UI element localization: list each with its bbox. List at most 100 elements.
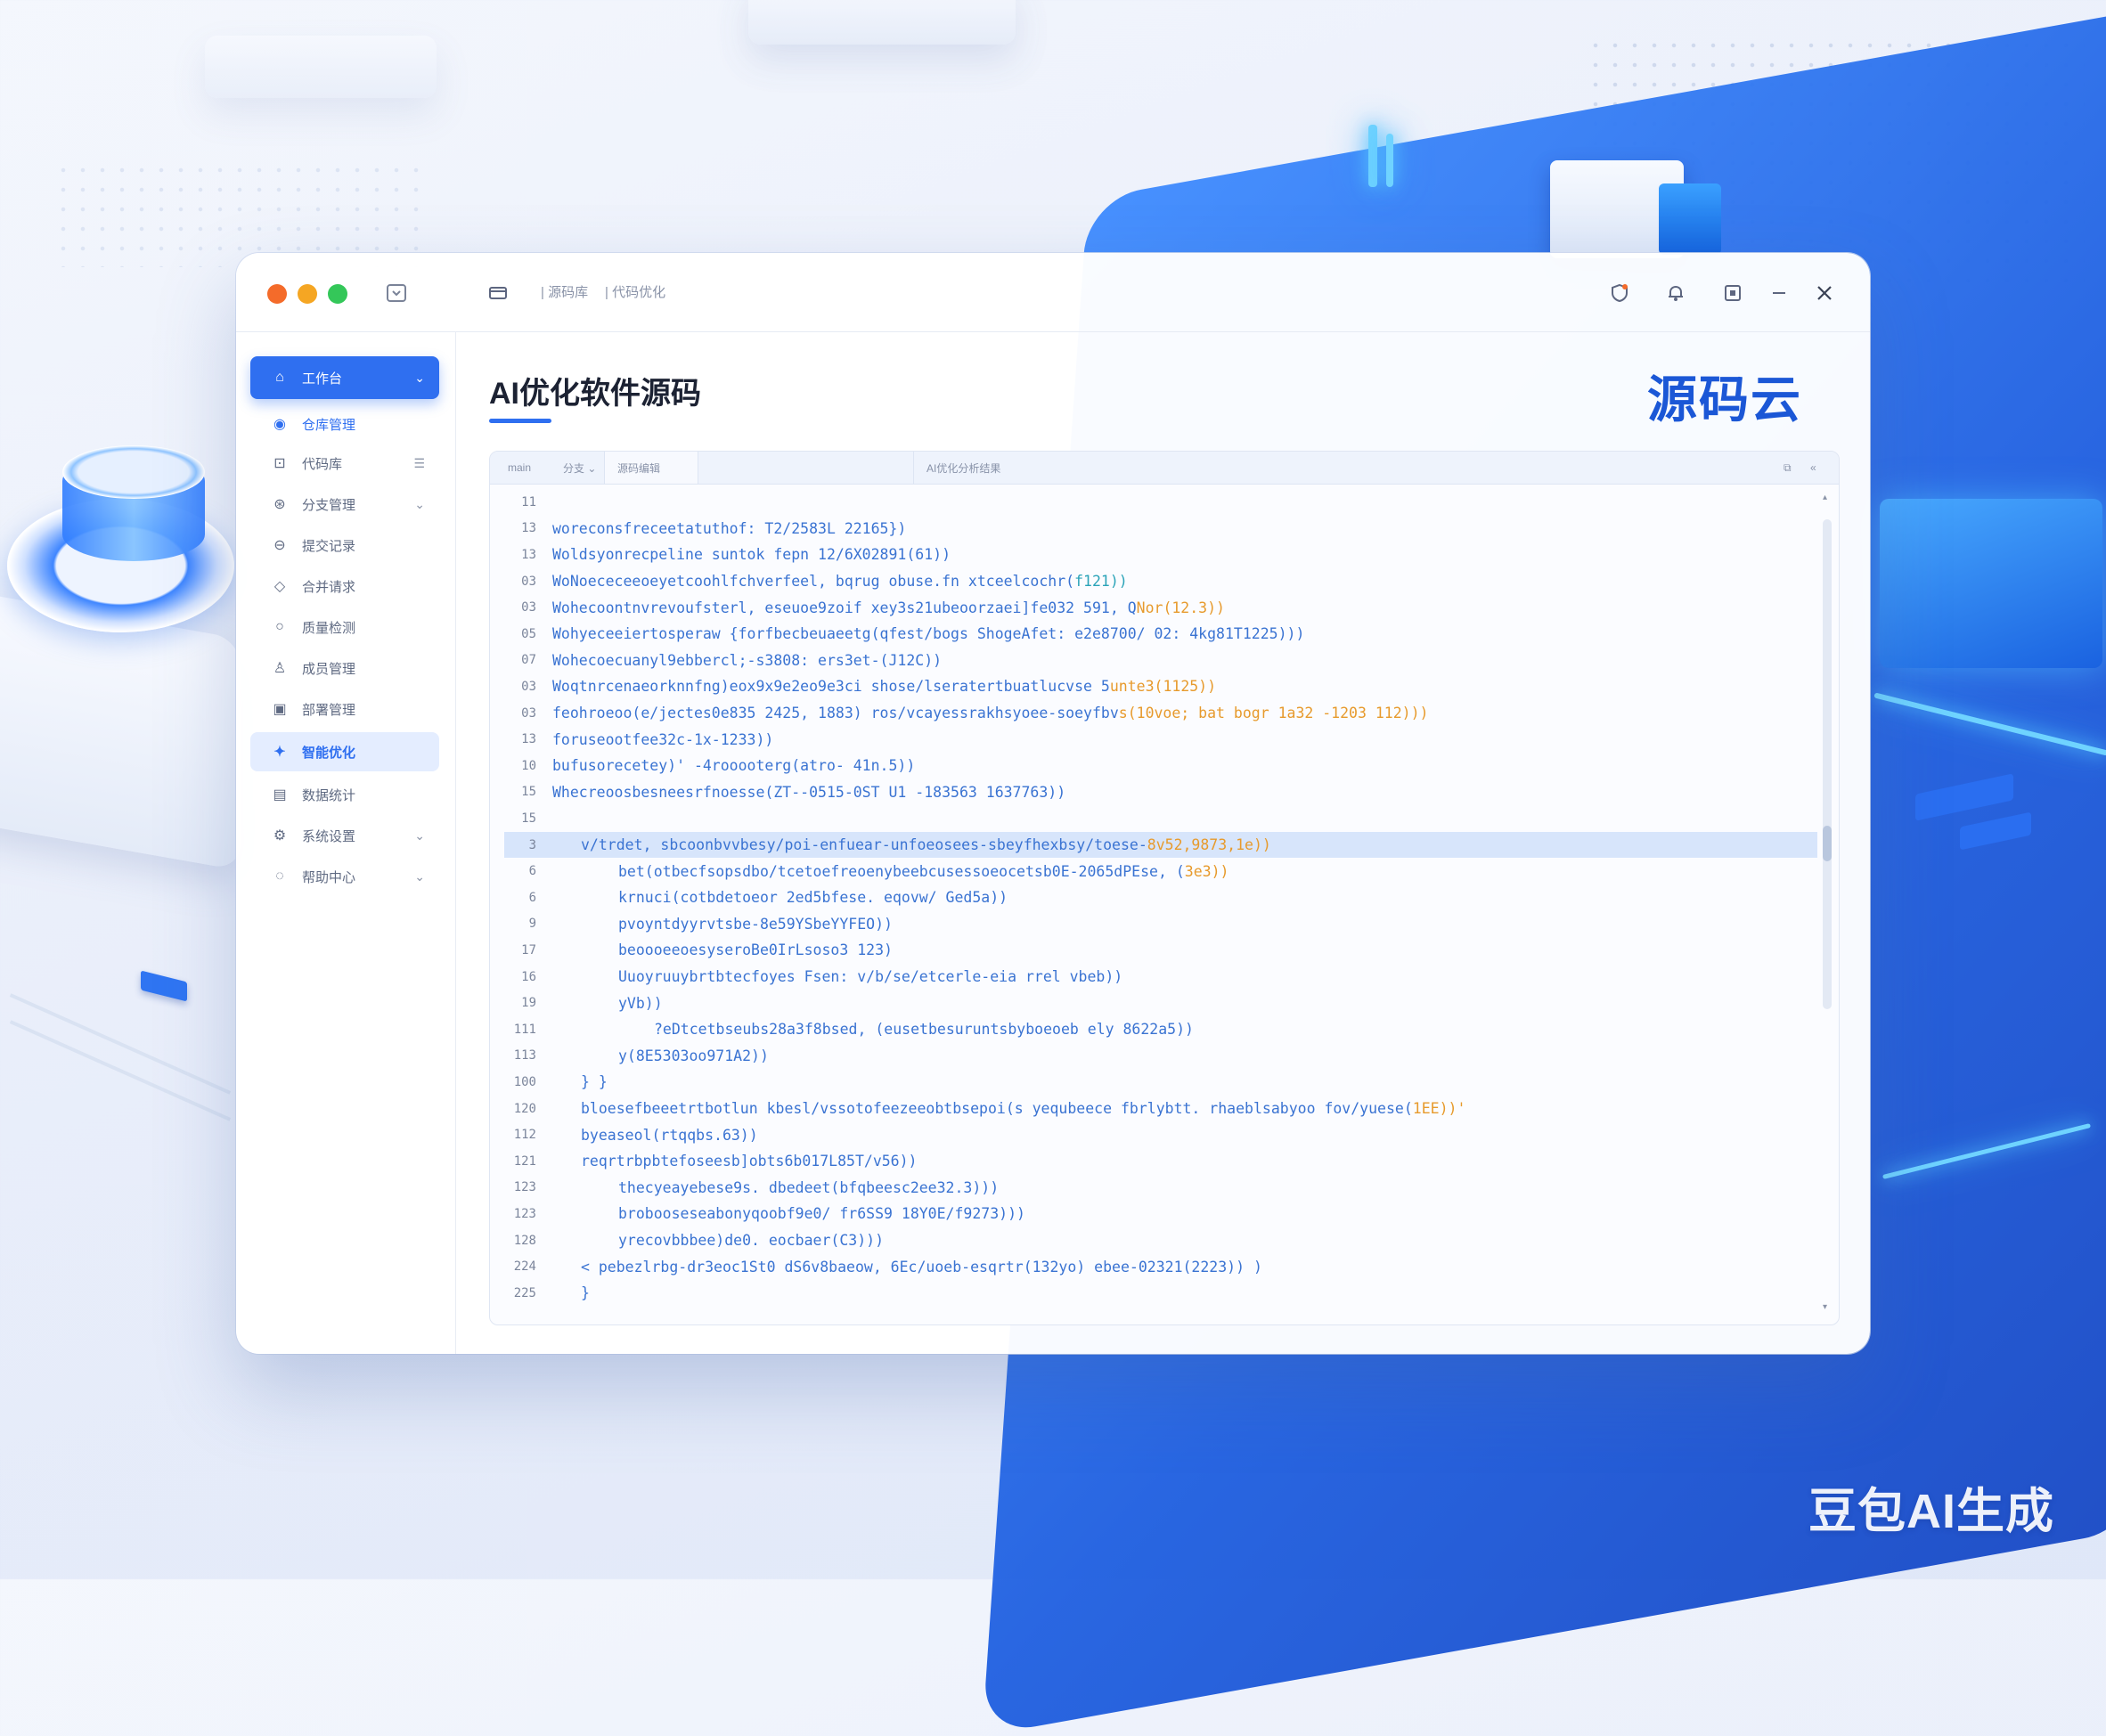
code-literal: f121))	[1074, 573, 1128, 591]
code-line[interactable]: 15	[490, 805, 1817, 832]
sidebar-item-label: 帮助中心	[302, 869, 356, 885]
line-number: 15	[521, 785, 536, 800]
sidebar-item[interactable]: ⊛ 分支管理 ⌄	[250, 485, 439, 524]
code-line[interactable]: 15 Whecreoosbesneesrfnoesse(ZT--0515-0ST …	[490, 779, 1817, 806]
code-line[interactable]: 16 Uuoyruuybrtbtecfoyes Fsen: v/b/se/etce…	[490, 964, 1817, 990]
editor-tab-active[interactable]: 源码编辑	[604, 452, 698, 484]
code-text: Uuoyruuybrtbtecfoyes Fsen: v/b/se/etcerl…	[618, 968, 1122, 985]
code-line[interactable]: 10 bufusorecetey)' -4rooooterg(atro- 41n.…	[490, 753, 1817, 779]
sidebar-item[interactable]: ♙ 成员管理	[250, 648, 439, 688]
line-number: 03	[521, 600, 536, 615]
code-line[interactable]: 17 beoooeeoesyseroBe0IrLsoso3 123)	[490, 937, 1817, 964]
code-line[interactable]: 123 thecyeayebese9s. dbedeet(bfqbeesc2ee3…	[490, 1175, 1817, 1202]
chevron-down-icon[interactable]: ⌄	[414, 497, 425, 512]
split-view-icon[interactable]: ⧉	[1784, 452, 1792, 484]
maximize-icon[interactable]	[1719, 280, 1746, 306]
sidebar-item[interactable]: ⌂ 工作台 ⌄	[250, 356, 439, 399]
sidebar-item[interactable]: ◇ 合并请求	[250, 566, 439, 606]
code-line[interactable]: 112 byeaseol(rtqqbs.63))	[490, 1121, 1817, 1148]
scroll-down-icon[interactable]: ▾	[1823, 1302, 1827, 1312]
editor-tab[interactable]: AI优化分析结果	[913, 452, 1000, 484]
code-line[interactable]: 07 Wohecoecuanyl9ebbercl;-s3808: ers3et-(…	[490, 648, 1817, 674]
code-line[interactable]: 03 feohroeoo(e/jectes0e835 2425, 1883) ro…	[490, 700, 1817, 727]
code-tokens: feohroeoo(e/jectes0e835 2425, 1883) ros/…	[552, 705, 1119, 722]
code-line[interactable]: 19 yVb))	[490, 990, 1817, 1016]
code-text: WoNoececeeoeyetcoohlfchverfeel, bqrug ob…	[552, 573, 1128, 590]
vertical-scrollbar[interactable]: ▴ ▾	[1821, 487, 1833, 1317]
code-line[interactable]: 111 ?eDtcetbseubs28a3f8bsed, (eusetbesuru…	[490, 1016, 1817, 1043]
scrollbar-thumb[interactable]	[1823, 826, 1832, 861]
scrollbar-track[interactable]	[1823, 519, 1832, 1009]
code-line[interactable]: 123 brobooseseabonyqoobf9e0/ fr6SS9 18Y0E…	[490, 1201, 1817, 1227]
chevron-down-icon[interactable]: ⌄	[414, 869, 425, 884]
line-number: 9	[528, 917, 536, 932]
sidebar-item[interactable]: ⊡ 代码库 ☰	[250, 444, 439, 483]
code-tokens: foruseootfee32c-1x-1233))	[552, 730, 774, 748]
code-line[interactable]: 121 reqrtrbpbtefoseesb]obts6b017L85T/v56)…	[490, 1148, 1817, 1175]
sidebar-item[interactable]: ⚙ 系统设置 ⌄	[250, 816, 439, 855]
zoom-traffic-light[interactable]	[328, 284, 347, 304]
code-tokens: pvoyntdyyrvtsbe-8e59YSbeYYFEO))	[618, 915, 893, 933]
minimize-icon[interactable]	[1766, 280, 1792, 306]
breadcrumb-item[interactable]: | 源码库	[541, 282, 588, 301]
filter-icon[interactable]: ☰	[413, 456, 425, 471]
code-line[interactable]: 13 Woldsyonrecpeline suntok fepn 12/6X028…	[490, 542, 1817, 568]
bell-icon[interactable]	[1662, 280, 1689, 306]
sidebar-item[interactable]: ○ 质量检测	[250, 607, 439, 647]
code-tokens: Uuoyruuybrtbtecfoyes Fsen: v/b/se/etcerl…	[618, 968, 1123, 986]
window-app-icon[interactable]	[383, 280, 410, 306]
code-line[interactable]: 05 Wohyeceeiertosperaw {forfbecbeuaeetg(q…	[490, 621, 1817, 648]
minimize-traffic-light[interactable]	[298, 284, 317, 304]
breadcrumb-item[interactable]: | 代码优化	[605, 282, 665, 301]
code-editor[interactable]: main 分支 ⌄ 源码编辑 AI优化分析结果 ⧉ « 11 13 worecons…	[489, 451, 1840, 1325]
line-number: 120	[513, 1101, 536, 1116]
code-text: Woldsyonrecpeline suntok fepn 12/6X02891…	[552, 546, 951, 563]
sidebar-item[interactable]: ◌ 帮助中心 ⌄	[250, 857, 439, 896]
close-icon[interactable]	[1811, 280, 1838, 306]
code-line[interactable]: 03 Woqtnrcenaeorknnfng)eox9x9e2eo9e3ci sh…	[490, 673, 1817, 700]
line-number: 15	[521, 811, 536, 826]
code-line[interactable]: 9 pvoyntdyyrvtsbe-8e59YSbeYYFEO))	[490, 911, 1817, 938]
code-line[interactable]: 120 bloesefbeeetrtbotlun kbesl/vssotofeez…	[490, 1096, 1817, 1122]
code-area[interactable]: 11 13 woreconsfreceetatuthof: T2/2583L 221…	[490, 484, 1817, 1324]
code-line-highlighted[interactable]: 3 v/trdet, sbcoonbvvbesy/poi-enfuear-unfo…	[504, 831, 1817, 859]
code-tokens: Woldsyonrecpeline suntok fepn 12/6X02891…	[552, 546, 951, 564]
code-line[interactable]: 113 y(8E5303oo971A2))	[490, 1043, 1817, 1070]
code-text: y(8E5303oo971A2))	[618, 1047, 769, 1064]
sidebar-item[interactable]: ▤ 数据统计	[250, 775, 439, 814]
code-line[interactable]: 225}	[490, 1280, 1817, 1307]
code-line[interactable]: 11	[490, 489, 1817, 516]
code-line[interactable]: 03 WoNoececeeoeyetcoohlfchverfeel, bqrug …	[490, 568, 1817, 595]
code-line[interactable]: 13 woreconsfreceetatuthof: T2/2583L 22165…	[490, 516, 1817, 542]
sidebar-item[interactable]: ✦ 智能优化	[250, 732, 439, 771]
code-text: bet(otbecfsopsdbo/tcetoefreoenybeebcuses…	[618, 863, 1228, 880]
code-line[interactable]: 6 krnuci(cotbdetoeor 2ed5bfese. eqovw/ Ge…	[490, 884, 1817, 911]
chevron-down-icon[interactable]: ⌄	[414, 371, 425, 386]
sidebar-item[interactable]: ▣ 部署管理	[250, 689, 439, 729]
collapse-icon[interactable]: «	[1810, 452, 1816, 484]
code-line[interactable]: 128 yrecovbbbee)de0. eocbaer(C3)))	[490, 1227, 1817, 1254]
code-line[interactable]: 03 Wohecoontnvrevoufsterl, eseuoe9zoif xe…	[490, 594, 1817, 621]
code-tokens: Wohecoontnvrevoufsterl, eseuoe9zoif xey3…	[552, 599, 1137, 616]
editor-tab[interactable]: main	[508, 452, 531, 484]
code-line[interactable]: 13 foruseootfee32c-1x-1233))	[490, 726, 1817, 753]
code-tokens: }	[581, 1284, 590, 1302]
code-line[interactable]: 6 bet(otbecfsopsdbo/tcetoefreoenybeebcuse…	[490, 858, 1817, 884]
code-line[interactable]: 100} }	[490, 1069, 1817, 1096]
code-line[interactable]: 224 < pebezlrbg-dr3eoc1St0 dS6v8baeow, 6E…	[490, 1253, 1817, 1280]
code-literal: 3e3))	[1184, 862, 1229, 880]
background-blue-chip	[1960, 811, 2031, 851]
scroll-up-icon[interactable]: ▴	[1823, 493, 1827, 502]
editor-tab[interactable]: 分支 ⌄	[563, 452, 596, 484]
background-pedestal	[0, 590, 241, 871]
chevron-down-icon[interactable]: ⌄	[414, 828, 425, 844]
repo-icon: ◉	[273, 417, 286, 432]
sidebar-toggle-icon[interactable]	[485, 280, 511, 306]
close-traffic-light[interactable]	[267, 284, 287, 304]
line-number: 13	[521, 732, 536, 747]
code-text: woreconsfreceetatuthof: T2/2583L 22165})	[552, 520, 906, 537]
shield-icon[interactable]	[1606, 280, 1633, 306]
sidebar-item[interactable]: ⊖ 提交记录	[250, 526, 439, 565]
line-number: 112	[513, 1128, 536, 1143]
sidebar-item[interactable]: ◉ 仓库管理	[250, 404, 439, 444]
